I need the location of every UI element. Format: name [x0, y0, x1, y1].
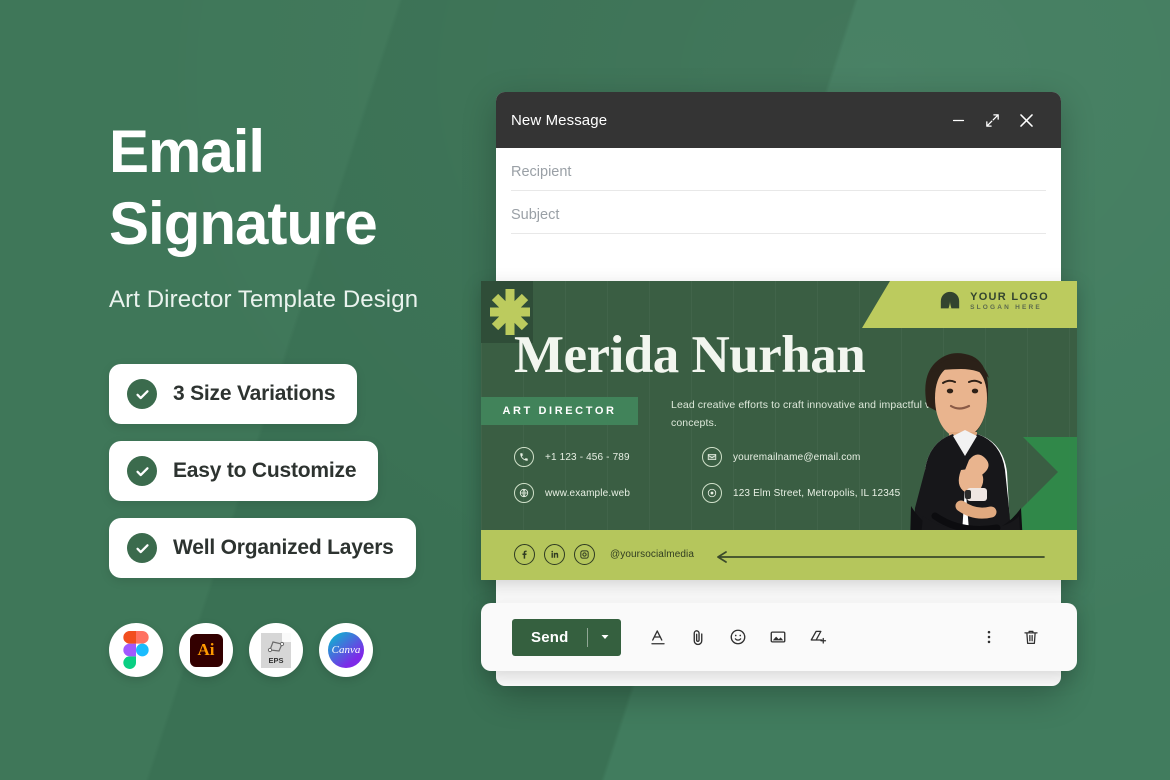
email-icon [702, 447, 722, 467]
canva-icon: Canva [319, 623, 373, 677]
contact-text: +1 123 - 456 - 789 [545, 451, 630, 463]
contact-phone: +1 123 - 456 - 789 [514, 447, 702, 467]
logo-title: YOUR LOGO [970, 290, 1049, 303]
role-label: ART DIRECTOR [502, 405, 617, 417]
banner-footer-bar: @yoursocialmedia [481, 530, 1077, 580]
globe-icon [514, 483, 534, 503]
check-circle-icon [127, 533, 157, 563]
canva-label: Canva [331, 644, 361, 656]
instagram-icon[interactable] [574, 544, 595, 565]
social-links: @yoursocialmedia [514, 544, 694, 565]
logo-slogan: SLOGAN HERE [970, 303, 1042, 311]
feature-item-organized-layers: Well Organized Layers [109, 518, 416, 578]
send-button-label: Send [531, 628, 569, 646]
contact-details: +1 123 - 456 - 789 youremailname@email.c… [514, 447, 900, 503]
linkedin-icon[interactable] [544, 544, 565, 565]
role-badge: ART DIRECTOR [481, 397, 638, 425]
location-icon [702, 483, 722, 503]
logo-mark-icon [940, 291, 960, 309]
feature-label: 3 Size Variations [173, 382, 336, 405]
email-signature-banner: YOUR LOGO SLOGAN HERE Merida Nurhan ART … [481, 281, 1077, 580]
send-button[interactable]: Send [512, 618, 622, 656]
emoji-icon[interactable] [723, 622, 753, 652]
eps-label: EPS [268, 655, 284, 665]
figma-icon [109, 623, 163, 677]
chevron-down-icon[interactable] [588, 631, 621, 643]
page-title-line2: Signature [109, 190, 378, 258]
page-subtitle: Art Director Template Design [109, 286, 419, 314]
toolbar-tools [643, 622, 833, 652]
insert-drive-icon[interactable] [803, 622, 833, 652]
close-icon[interactable] [1009, 103, 1043, 137]
footer-arrow-decoration [717, 551, 1045, 563]
check-circle-icon [127, 379, 157, 409]
contact-text: youremailname@email.com [733, 451, 861, 463]
social-handle: @yoursocialmedia [610, 549, 695, 560]
brand-logo: YOUR LOGO SLOGAN HERE [939, 290, 1049, 312]
recipient-field[interactable]: Recipient [511, 148, 1046, 191]
check-circle-icon [127, 456, 157, 486]
phone-icon [514, 447, 534, 467]
more-options-icon[interactable] [974, 622, 1004, 652]
compose-toolbar: Send [481, 603, 1077, 671]
compose-window-title: New Message [511, 111, 608, 129]
illustrator-icon: Ai [179, 623, 233, 677]
contact-website: www.example.web [514, 483, 702, 503]
facebook-icon[interactable] [514, 544, 535, 565]
discard-draft-icon[interactable] [1016, 622, 1046, 652]
insert-photo-icon[interactable] [763, 622, 793, 652]
format-text-icon[interactable] [643, 622, 673, 652]
feature-label: Easy to Customize [173, 459, 357, 482]
minimize-icon[interactable] [941, 103, 975, 137]
toolbar-right-actions [974, 622, 1046, 652]
page-title-line1: Email [109, 118, 265, 185]
feature-item-easy-customize: Easy to Customize [109, 441, 379, 501]
feature-label: Well Organized Layers [173, 536, 394, 559]
expand-icon[interactable] [975, 103, 1009, 137]
subject-field[interactable]: Subject [511, 191, 1046, 234]
supported-apps-list: Ai EPS Canva [109, 623, 373, 677]
contact-text: www.example.web [545, 487, 631, 499]
feature-list: 3 Size Variations Easy to Customize Well… [109, 364, 416, 595]
feature-item-size-variations: 3 Size Variations [109, 364, 358, 424]
illustrator-label: Ai [197, 640, 215, 659]
compose-titlebar: New Message [496, 92, 1061, 148]
attach-file-icon[interactable] [683, 622, 713, 652]
eps-file-icon: EPS [249, 623, 303, 677]
signature-name: Merida Nurhan [514, 326, 866, 384]
promo-text-block: Email Signature Art Director Template De… [109, 118, 529, 314]
